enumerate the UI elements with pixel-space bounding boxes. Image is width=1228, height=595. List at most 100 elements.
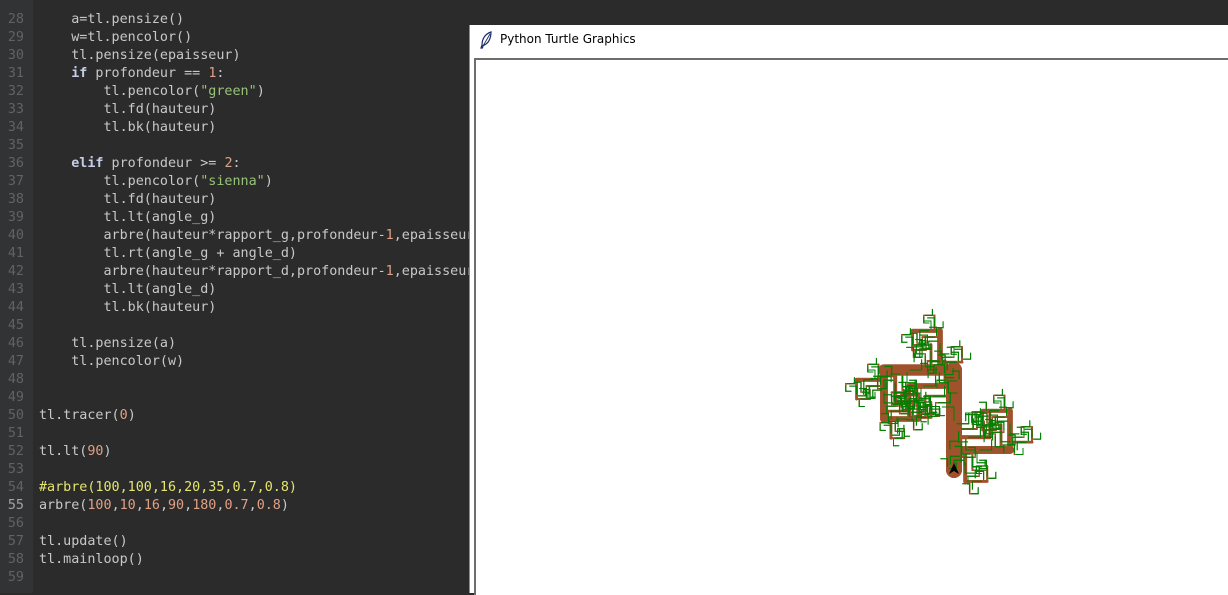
code-text: tl.tracer(0) <box>39 407 136 425</box>
line-number: 30 <box>7 48 24 63</box>
code-text: tl.pencolor("sienna") <box>39 173 273 191</box>
code-text: tl.fd(hauteur) <box>39 101 216 119</box>
line-number: 39 <box>7 210 24 225</box>
code-text: tl.pencolor("green") <box>39 83 265 101</box>
code-token: ) <box>280 498 289 513</box>
code-token: if <box>71 66 88 81</box>
code-token: tl.lt( <box>39 444 88 459</box>
code-token: tl.bk(hauteur) <box>39 300 217 315</box>
line-number: 43 <box>7 282 24 297</box>
code-text: w=tl.pencolor() <box>39 29 192 47</box>
code-token: ) <box>127 408 136 423</box>
code-text: tl.mainloop() <box>39 551 144 569</box>
code-token: ,epaisseur <box>393 264 475 279</box>
code-token: 1 <box>385 264 394 279</box>
code-text: arbre(100,10,16,90,180,0.7,0.8) <box>39 497 289 515</box>
code-text: arbre(hauteur*rapport_g,profondeur-1,epa… <box>39 227 474 245</box>
code-token: tl.bk(hauteur) <box>39 120 217 135</box>
code-text: tl.pensize(epaisseur) <box>39 47 241 65</box>
code-token: 100 <box>87 498 112 513</box>
line-number: 33 <box>7 102 24 117</box>
line-number: 29 <box>7 30 24 45</box>
code-token: 0 <box>119 408 128 423</box>
line-number: 59 <box>7 570 24 585</box>
code-token: 2 <box>224 156 233 171</box>
code-text: tl.bk(hauteur) <box>39 119 216 137</box>
turtle-canvas[interactable] <box>474 58 1228 595</box>
code-text: tl.lt(90) <box>39 443 112 461</box>
line-number: 47 <box>7 354 24 369</box>
line-number: 53 <box>7 462 24 477</box>
code-token: , <box>184 498 193 513</box>
code-text: elif profondeur >= 2: <box>39 155 241 173</box>
code-token: "green" <box>200 84 257 99</box>
line-number: 52 <box>7 444 24 459</box>
code-token: : <box>232 156 241 171</box>
code-text: tl.pencolor(w) <box>39 353 184 371</box>
code-token: ) <box>103 444 112 459</box>
code-token: , <box>159 498 168 513</box>
line-number: 49 <box>7 390 24 405</box>
code-token: tl.pencolor(w) <box>39 354 185 369</box>
code-token: 10 <box>119 498 136 513</box>
code-token: 16 <box>143 498 160 513</box>
window-title: Python Turtle Graphics <box>500 32 636 46</box>
code-text: if profondeur == 1: <box>39 65 224 83</box>
turtle-graphics-window[interactable]: Python Turtle Graphics <box>469 25 1228 595</box>
line-number: 51 <box>7 426 24 441</box>
code-token: ,epaisseur <box>393 228 475 243</box>
line-number: 57 <box>7 534 24 549</box>
code-token: tl.pencolor( <box>39 84 201 99</box>
code-token: 0.8 <box>256 498 281 513</box>
code-token: , <box>135 498 144 513</box>
code-text: tl.rt(angle_g + angle_d) <box>39 245 297 263</box>
line-number: 48 <box>7 372 24 387</box>
code-text: tl.lt(angle_g) <box>39 209 216 227</box>
code-token: w=tl.pencolor() <box>39 30 193 45</box>
code-token: tl.pensize(epaisseur) <box>39 48 241 63</box>
code-token: ) <box>256 84 265 99</box>
code-token: 180 <box>192 498 217 513</box>
code-token: tl.pensize(a) <box>39 336 177 351</box>
line-number: 45 <box>7 318 24 333</box>
code-token: tl.rt(angle_g + angle_d) <box>39 246 297 261</box>
line-number: 31 <box>7 66 24 81</box>
code-token: "sienna" <box>200 174 265 189</box>
line-number: 56 <box>7 516 24 531</box>
window-titlebar[interactable]: Python Turtle Graphics <box>470 25 1228 55</box>
code-token: 0.7 <box>224 498 249 513</box>
line-number: 44 <box>7 300 24 315</box>
code-token: tl.update() <box>39 534 128 549</box>
line-number: 28 <box>7 12 24 27</box>
line-number: 34 <box>7 120 24 135</box>
line-number: 54 <box>7 480 24 495</box>
code-token: #arbre(100,100,16,20,35,0.7,0.8) <box>39 480 297 495</box>
code-token: , <box>248 498 257 513</box>
code-token: elif <box>71 156 104 171</box>
code-token: a=tl.pensize() <box>39 12 185 27</box>
code-token: 90 <box>87 444 104 459</box>
code-text: tl.update() <box>39 533 128 551</box>
code-token: arbre(hauteur*rapport_g,profondeur- <box>39 228 386 243</box>
line-number: 41 <box>7 246 24 261</box>
code-token: tl.mainloop() <box>39 552 144 567</box>
code-text: arbre(hauteur*rapport_d,profondeur-1,epa… <box>39 263 474 281</box>
line-number: 42 <box>7 264 24 279</box>
code-text: a=tl.pensize() <box>39 11 184 29</box>
line-number: 58 <box>7 552 24 567</box>
line-number: 46 <box>7 336 24 351</box>
line-number: 37 <box>7 174 24 189</box>
line-number: 32 <box>7 84 24 99</box>
code-text: tl.lt(angle_d) <box>39 281 216 299</box>
code-token: ) <box>264 174 273 189</box>
code-token: 1 <box>385 228 394 243</box>
code-text: tl.fd(hauteur) <box>39 191 216 209</box>
code-text: tl.bk(hauteur) <box>39 299 216 317</box>
code-token: tl.tracer( <box>39 408 120 423</box>
feather-icon <box>479 31 493 49</box>
code-token: profondeur >= <box>103 156 225 171</box>
line-number: 36 <box>7 156 24 171</box>
code-token: tl.lt(angle_d) <box>39 282 217 297</box>
